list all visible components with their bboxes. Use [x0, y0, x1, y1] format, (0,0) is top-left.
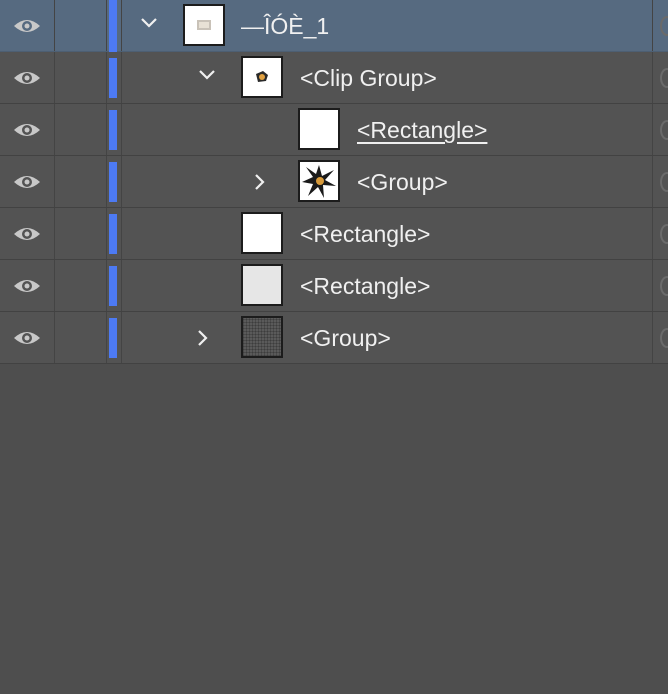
white-rectangle-thumbnail [241, 212, 283, 254]
chevron-right-icon[interactable] [190, 326, 214, 350]
eye-icon [14, 279, 40, 292]
lock-toggle[interactable] [54, 104, 107, 155]
layer-row-clip-group[interactable]: <Clip Group> [0, 52, 668, 104]
chevron-right-icon[interactable] [247, 170, 271, 194]
target-icon[interactable] [660, 276, 668, 296]
column-divider [121, 312, 122, 363]
eye-icon [14, 123, 40, 136]
lock-toggle[interactable] [54, 312, 107, 363]
column-divider [652, 156, 653, 207]
column-divider [652, 0, 653, 51]
eye-icon [14, 331, 40, 344]
eye-icon [14, 71, 40, 84]
layer-row-rectangle-clip[interactable]: <Rectangle> [0, 104, 668, 156]
layer-name[interactable]: <Rectangle> [300, 260, 430, 312]
column-divider [652, 260, 653, 311]
layer-color-bar [109, 266, 117, 306]
visibility-toggle[interactable] [0, 156, 55, 207]
white-rectangle-thumbnail [298, 108, 340, 150]
eye-icon [14, 175, 40, 188]
column-divider [121, 156, 122, 207]
target-icon[interactable] [660, 120, 668, 140]
chevron-down-icon[interactable] [137, 10, 161, 34]
layer-row-top-level[interactable]: —ÎÓÈ_1 [0, 0, 668, 52]
lock-toggle[interactable] [54, 260, 107, 311]
layer-name[interactable]: <Group> [300, 312, 391, 364]
column-divider [121, 260, 122, 311]
column-divider [652, 312, 653, 363]
column-divider [652, 208, 653, 259]
target-icon[interactable] [660, 16, 668, 36]
column-divider [121, 208, 122, 259]
target-icon[interactable] [660, 224, 668, 244]
layer-name[interactable]: <Group> [357, 156, 448, 208]
visibility-toggle[interactable] [0, 260, 55, 311]
lock-toggle[interactable] [54, 52, 107, 103]
layer-color-bar [109, 318, 117, 358]
layer-row-rectangle-light[interactable]: <Rectangle> [0, 260, 668, 312]
lock-toggle[interactable] [54, 156, 107, 207]
layer-color-bar [109, 110, 117, 150]
visibility-toggle[interactable] [0, 312, 55, 363]
column-divider [121, 104, 122, 155]
artwork-thumbnail [241, 56, 283, 98]
target-icon[interactable] [660, 328, 668, 348]
layer-color-bar [109, 214, 117, 254]
lock-toggle[interactable] [54, 0, 107, 51]
target-icon[interactable] [660, 68, 668, 88]
layer-row-group-pattern[interactable]: <Group> [0, 312, 668, 364]
layer-row-rectangle-white[interactable]: <Rectangle> [0, 208, 668, 260]
column-divider [652, 52, 653, 103]
visibility-toggle[interactable] [0, 208, 55, 259]
pattern-thumbnail [241, 316, 283, 358]
chevron-down-icon[interactable] [195, 62, 219, 86]
column-divider [121, 0, 122, 51]
layer-row-group-starburst[interactable]: <Group> [0, 156, 668, 208]
column-divider [121, 52, 122, 103]
layer-name[interactable]: —ÎÓÈ_1 [241, 0, 329, 52]
layers-panel: —ÎÓÈ_1 <Clip Group> <Rectangle> <Group> … [0, 0, 668, 694]
lock-toggle[interactable] [54, 208, 107, 259]
layer-color-bar [109, 162, 117, 202]
layer-color-bar [109, 0, 117, 52]
layer-name[interactable]: <Rectangle> [357, 104, 487, 156]
column-divider [652, 104, 653, 155]
target-icon[interactable] [660, 172, 668, 192]
light-gray-rectangle-thumbnail [241, 264, 283, 306]
visibility-toggle[interactable] [0, 0, 55, 51]
visibility-toggle[interactable] [0, 52, 55, 103]
starburst-thumbnail [298, 160, 340, 202]
layer-color-bar [109, 58, 117, 98]
layer-name[interactable]: <Clip Group> [300, 52, 437, 104]
layer-name[interactable]: <Rectangle> [300, 208, 430, 260]
visibility-toggle[interactable] [0, 104, 55, 155]
eye-icon [14, 227, 40, 240]
layer-list: —ÎÓÈ_1 <Clip Group> <Rectangle> <Group> … [0, 0, 668, 364]
image-thumbnail [183, 4, 225, 46]
eye-icon [14, 19, 40, 32]
